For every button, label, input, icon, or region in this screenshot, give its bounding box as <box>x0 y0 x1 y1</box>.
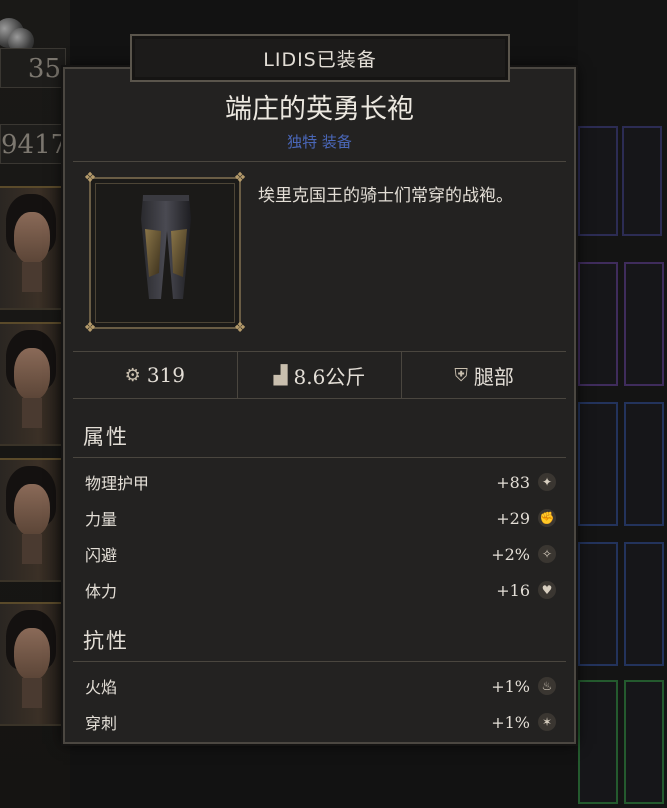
party-portrait[interactable] <box>0 458 64 582</box>
item-stat-row: ⚙ 319 ▟ 8.6公斤 ⛨ 腿部 <box>73 351 566 399</box>
divider <box>73 457 566 458</box>
inventory-slot[interactable] <box>578 542 618 666</box>
inventory-slot[interactable] <box>624 402 664 526</box>
item-tooltip: 端庄的英勇长袍 独特 装备 ❖ ❖ ❖ ❖ 埃里克国王的骑士们常穿的战袍。 ⚙ … <box>63 67 576 744</box>
attributes-title: 属性 <box>83 425 129 449</box>
weight-cell: ▟ 8.6公斤 <box>238 352 403 398</box>
attribute-label: 体力 <box>85 582 118 601</box>
item-image-frame: ❖ ❖ ❖ ❖ <box>84 171 247 335</box>
party-portrait[interactable] <box>0 186 64 310</box>
inventory-slot[interactable] <box>624 680 664 804</box>
attribute-value: +16 <box>496 580 530 600</box>
attribute-value: +83 <box>496 472 530 492</box>
attribute-row: 物理护甲 +83 ✦ <box>85 469 556 495</box>
inventory-grid <box>578 0 667 808</box>
inventory-slot[interactable] <box>578 402 618 526</box>
slot-cell: ⛨ 腿部 <box>402 352 566 398</box>
shield-icon: ⛨ <box>454 364 468 386</box>
item-slot: 腿部 <box>473 364 514 389</box>
divider <box>73 161 566 162</box>
equipped-header-label: LIDIS已装备 <box>263 48 377 71</box>
item-rarity: 独特 装备 <box>287 133 352 151</box>
heart-icon: ♥ <box>538 581 556 599</box>
dodge-icon: ✧ <box>538 545 556 563</box>
resistance-label: 火焰 <box>85 678 118 697</box>
attribute-row: 体力 +16 ♥ <box>85 577 556 603</box>
resistance-value: +1% <box>491 676 530 696</box>
divider <box>73 661 566 662</box>
item-value: 319 <box>146 363 185 387</box>
item-name: 端庄的英勇长袍 <box>225 94 414 125</box>
attribute-value: +29 <box>496 508 530 528</box>
coin-icon: ⚙ <box>124 364 141 386</box>
attribute-row: 闪避 +2% ✧ <box>85 541 556 567</box>
resistance-label: 穿刺 <box>85 714 118 733</box>
attribute-label: 物理护甲 <box>85 474 150 493</box>
attribute-label: 闪避 <box>85 546 118 565</box>
resistance-value: +1% <box>491 712 530 732</box>
item-weight: 8.6公斤 <box>293 364 366 389</box>
resistance-row: 火焰 +1% ♨ <box>85 673 556 699</box>
gold-box: 9417 <box>0 124 66 164</box>
party-portrait[interactable] <box>0 602 64 726</box>
strength-icon: ✊ <box>538 509 556 527</box>
fire-icon: ♨ <box>538 677 556 695</box>
inventory-slot[interactable] <box>624 542 664 666</box>
pierce-icon: ✶ <box>538 713 556 731</box>
equipped-header: LIDIS已装备 <box>130 34 510 82</box>
party-sidebar: 35 9417 <box>0 0 70 808</box>
armor-icon: ✦ <box>538 473 556 491</box>
leg-armor-icon <box>141 195 191 299</box>
inventory-slot[interactable] <box>624 262 664 386</box>
item-description: 埃里克国王的骑士们常穿的战袍。 <box>258 186 513 206</box>
resist-title: 抗性 <box>83 629 129 653</box>
inventory-slot[interactable] <box>622 126 662 236</box>
resistance-row: 穿刺 +1% ✶ <box>85 709 556 735</box>
party-portrait[interactable] <box>0 322 64 446</box>
inventory-slot[interactable] <box>578 262 618 386</box>
attribute-label: 力量 <box>85 510 118 529</box>
attribute-row: 力量 +29 ✊ <box>85 505 556 531</box>
inventory-slot[interactable] <box>578 126 618 236</box>
value-cell: ⚙ 319 <box>73 352 238 398</box>
level-box: 35 <box>0 48 66 88</box>
weight-icon: ▟ <box>273 364 288 386</box>
attribute-value: +2% <box>491 544 530 564</box>
inventory-slot[interactable] <box>578 680 618 804</box>
